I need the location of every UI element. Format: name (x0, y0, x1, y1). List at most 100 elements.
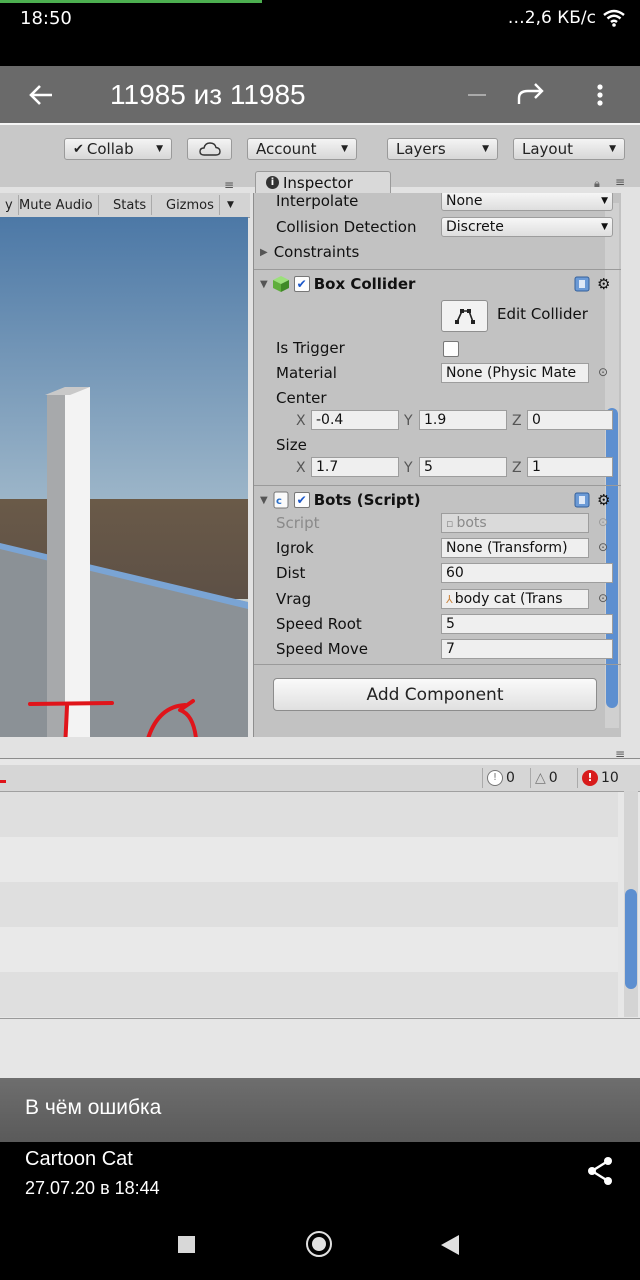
script-value: bots (456, 515, 487, 531)
check-circle-icon: ✔ (73, 141, 84, 157)
interpolate-dropdown[interactable]: None ▼ (441, 193, 613, 211)
box-collider-enabled-checkbox[interactable]: ✔ (293, 276, 310, 292)
post-date: 27.07.20 в 18:44 (25, 1178, 160, 1198)
collision-detection-label: Collision Detection (276, 218, 417, 236)
stats-button[interactable]: Stats (108, 195, 153, 215)
object-picker-icon: ⊙ (598, 515, 609, 529)
speed-move-field[interactable]: 7 (441, 639, 613, 659)
author-name[interactable]: Cartoon Cat (25, 1148, 133, 1171)
system-nav-bar (0, 1217, 640, 1280)
add-component-button[interactable]: Add Component (273, 678, 597, 711)
network-speed: …2,6 КБ/с (507, 8, 596, 28)
script-label: Script (276, 514, 320, 532)
warning-filter-button[interactable]: △ 0 (530, 768, 562, 788)
collab-button[interactable]: ✔ Collab ▼ (64, 138, 172, 160)
mute-audio-button[interactable]: Mute Audio (14, 195, 99, 215)
dropdown-arrow-icon: ▼ (156, 144, 163, 154)
center-y-field[interactable]: 1.9 (419, 410, 507, 430)
vrag-field[interactable]: ⅄ body cat (Trans (441, 589, 589, 609)
kebab-icon[interactable] (596, 66, 604, 123)
size-z-field[interactable]: 1 (527, 457, 613, 477)
cloud-button[interactable] (187, 138, 232, 160)
download-progress (0, 0, 262, 3)
size-x-label: X (296, 460, 306, 476)
edit-collider-button[interactable] (441, 300, 488, 332)
vrag-label: Vrag (276, 590, 312, 608)
back-triangle-icon[interactable] (441, 1235, 459, 1259)
layers-button[interactable]: Layers ▼ (387, 138, 498, 160)
transform-icon: ⅄ (446, 592, 453, 606)
status-indicators: …2,6 КБ/с (508, 8, 626, 28)
size-y-field[interactable]: 5 (419, 457, 507, 477)
igrok-field[interactable]: None (Transform) (441, 538, 589, 558)
collision-detection-value: Discrete (446, 219, 504, 235)
interpolate-label: Interpolate (276, 193, 359, 210)
constraints-label: Constraints (273, 243, 360, 261)
account-button[interactable]: Account ▼ (247, 138, 357, 160)
box-collider-header[interactable]: ▼ ✔ Box Collider ⚙ (254, 269, 621, 298)
vrag-value: body cat (Trans (454, 591, 563, 607)
constraints-foldout[interactable]: ▶ Constraints (260, 241, 600, 263)
console-row[interactable] (0, 882, 618, 927)
scene-view[interactable] (0, 217, 248, 737)
edit-collider-label: Edit Collider (497, 305, 588, 323)
console-toolbar: ! 0 △ 0 ! 10 (0, 765, 640, 792)
console-scroll-thumb[interactable] (625, 889, 637, 989)
size-row: Size (276, 434, 616, 456)
material-field[interactable]: None (Physic Mate (441, 363, 589, 383)
gear-icon[interactable]: ⚙ (597, 275, 610, 293)
layers-label: Layers (396, 140, 446, 158)
console-scrollbar[interactable] (624, 791, 638, 1017)
console-row[interactable] (0, 927, 618, 972)
gizmos-button[interactable]: Gizmos (161, 195, 220, 215)
post-caption: В чём ошибка (25, 1096, 162, 1119)
size-x-field[interactable]: 1.7 (311, 457, 399, 477)
collision-detection-dropdown[interactable]: Discrete ▼ (441, 217, 613, 237)
bots-script-header[interactable]: ▼ c ✔ Bots (Script) ⚙ (254, 485, 621, 514)
center-x-value: -0.4 (316, 412, 344, 428)
lock-icon[interactable]: 🔒︎ (594, 177, 600, 191)
console-menu-icon[interactable]: ≡ (615, 747, 625, 761)
info-filter-button[interactable]: ! 0 (482, 768, 519, 788)
console-row[interactable] (0, 972, 618, 1017)
forward-icon[interactable] (516, 66, 546, 123)
caption-bar: В чём ошибка (0, 1078, 640, 1142)
object-picker-icon[interactable]: ⊙ (598, 591, 608, 605)
center-x-field[interactable]: -0.4 (311, 410, 399, 430)
center-z-field[interactable]: 0 (527, 410, 613, 430)
dist-label: Dist (276, 564, 306, 582)
object-picker-icon[interactable]: ⊙ (598, 540, 608, 554)
error-icon: ! (582, 770, 598, 786)
console-row[interactable] (0, 837, 618, 882)
share-icon[interactable] (586, 1156, 614, 1191)
recents-square-icon[interactable] (178, 1236, 195, 1253)
speed-move-label: Speed Move (276, 640, 369, 658)
home-circle-icon[interactable] (306, 1231, 332, 1257)
center-y-label: Y (404, 413, 413, 429)
speed-root-field[interactable]: 5 (441, 614, 613, 634)
help-book-icon[interactable] (574, 492, 590, 508)
is-trigger-checkbox[interactable] (443, 341, 459, 357)
bots-enabled-checkbox[interactable]: ✔ (293, 492, 310, 508)
layout-button[interactable]: Layout ▼ (513, 138, 625, 160)
minus-icon[interactable] (468, 66, 486, 123)
info-icon: i (266, 176, 279, 189)
back-arrow-icon[interactable] (28, 66, 54, 123)
error-filter-button[interactable]: ! 10 (577, 768, 623, 788)
warning-count: 0 (548, 770, 558, 786)
panel-menu-icon[interactable]: ≡ (615, 175, 625, 189)
status-bar: 18:50 …2,6 КБ/с (0, 0, 640, 66)
console-row[interactable] (0, 792, 618, 837)
dist-field[interactable]: 60 (441, 563, 613, 583)
layout-label: Layout (522, 140, 573, 158)
error-count: 10 (601, 770, 619, 786)
foldout-arrow-icon: ▼ (260, 494, 268, 506)
inspector-tab[interactable]: i Inspector (255, 171, 391, 193)
post-meta: Cartoon Cat 27.07.20 в 18:44 (0, 1142, 640, 1217)
gear-icon[interactable]: ⚙ (597, 491, 610, 509)
gizmos-dropdown-icon[interactable]: ▼ (222, 195, 239, 215)
scene-panel-menu-icon[interactable]: ≡ (224, 178, 234, 192)
dropdown-arrow-icon: ▼ (601, 196, 608, 206)
help-book-icon[interactable] (574, 276, 590, 292)
object-picker-icon[interactable]: ⊙ (598, 365, 608, 379)
